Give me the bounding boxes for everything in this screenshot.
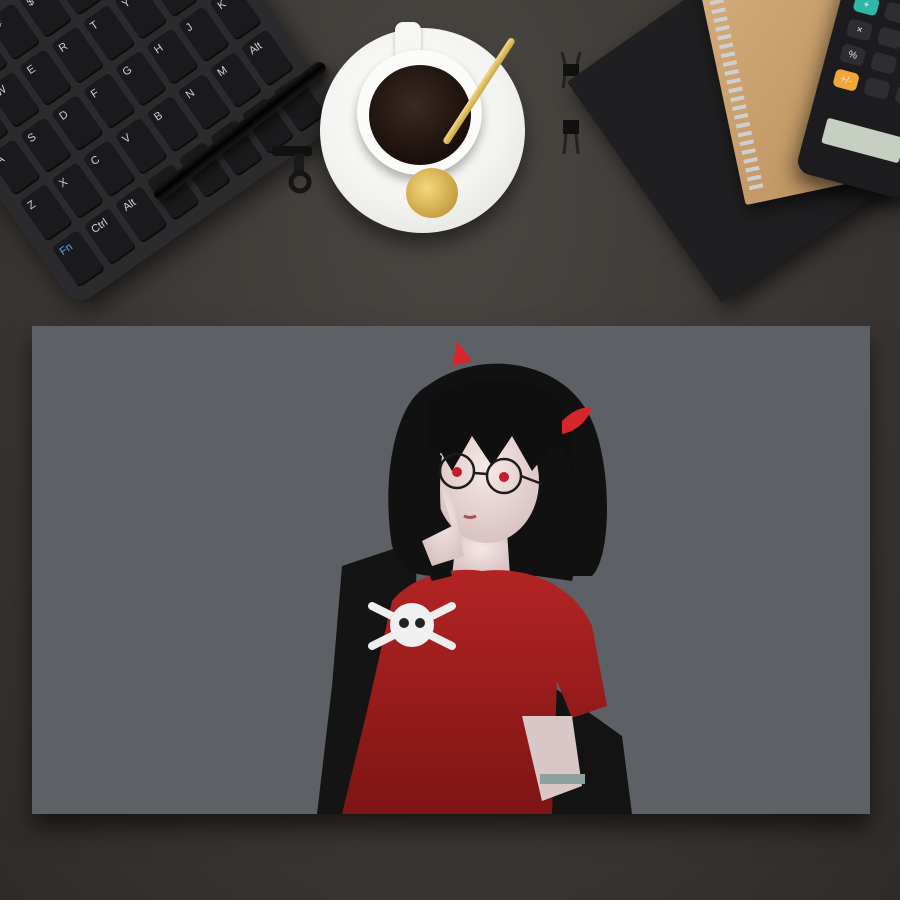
calculator-display bbox=[821, 117, 900, 164]
left-eye bbox=[452, 467, 462, 477]
binder-clip-bottom bbox=[562, 120, 580, 155]
calculator-key: + bbox=[852, 0, 881, 17]
desk-mat-artwork bbox=[32, 326, 870, 814]
calculator-key: % bbox=[838, 43, 867, 67]
key-clip bbox=[272, 146, 312, 194]
calculator-key bbox=[883, 1, 900, 25]
calculator-key bbox=[876, 26, 900, 50]
anime-girl-illustration bbox=[317, 341, 632, 814]
calculator-key: +/- bbox=[832, 68, 861, 92]
lips bbox=[463, 514, 477, 519]
spoon-bowl bbox=[406, 168, 458, 218]
bracelet bbox=[540, 774, 585, 784]
calculator-key bbox=[863, 76, 891, 101]
left-horn bbox=[452, 341, 472, 366]
calculator-key bbox=[869, 51, 898, 76]
calculator-keys: + ×% +/- bbox=[832, 0, 900, 109]
calculator-key: × bbox=[845, 18, 874, 42]
right-eye bbox=[499, 472, 509, 482]
calculator-key bbox=[894, 84, 900, 109]
coffee bbox=[369, 65, 471, 165]
